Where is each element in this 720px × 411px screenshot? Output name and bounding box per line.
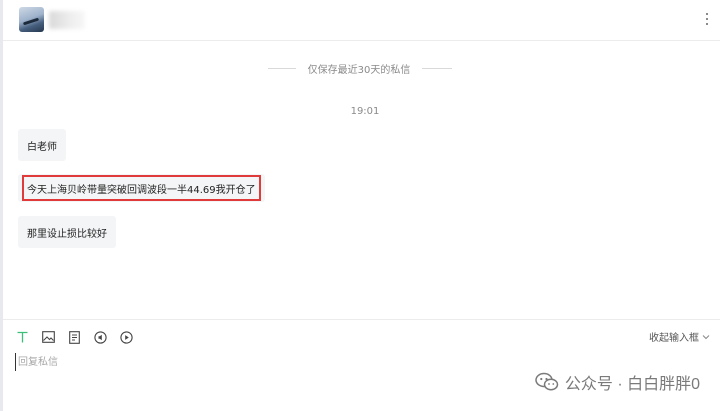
chat-header xyxy=(3,0,720,41)
notice-divider-right xyxy=(422,67,453,69)
notice-text: 仅保存最近30天的私信 xyxy=(307,64,411,76)
compose-area: 收起输入框 xyxy=(3,319,720,411)
more-dot-icon xyxy=(706,23,708,25)
message-bubble: 白老师 xyxy=(18,129,66,161)
message-bubble: 今天上海贝岭带量突破回调波段一半44.69我开仓了 xyxy=(18,174,265,202)
wechat-icon xyxy=(535,372,559,391)
collapse-input-button[interactable]: 收起输入框 xyxy=(649,329,710,344)
document-icon[interactable] xyxy=(67,330,81,344)
compose-toolbar xyxy=(15,328,133,346)
blurred-username xyxy=(49,11,85,29)
chevron-down-icon xyxy=(702,334,710,339)
watermark: 公众号 · 白白胖胖0 xyxy=(535,370,700,394)
retention-notice: 仅保存最近30天的私信 xyxy=(0,60,720,76)
avatar[interactable] xyxy=(19,7,44,32)
message-timestamp: 19:01 xyxy=(350,106,380,117)
watermark-text: 公众号 · 白白胖胖0 xyxy=(564,376,700,393)
more-dot-icon xyxy=(706,18,708,20)
message-bubble: 那里设止损比较好 xyxy=(18,216,116,248)
collapse-input-label: 收起输入框 xyxy=(649,333,699,344)
audio-icon[interactable] xyxy=(93,330,107,344)
notice-divider-left xyxy=(267,67,296,69)
more-options-button[interactable] xyxy=(702,8,712,30)
image-icon[interactable] xyxy=(41,330,55,344)
reply-input[interactable] xyxy=(15,353,478,371)
video-icon[interactable] xyxy=(119,330,133,344)
more-dot-icon xyxy=(706,13,708,15)
text-format-icon[interactable] xyxy=(15,330,29,344)
